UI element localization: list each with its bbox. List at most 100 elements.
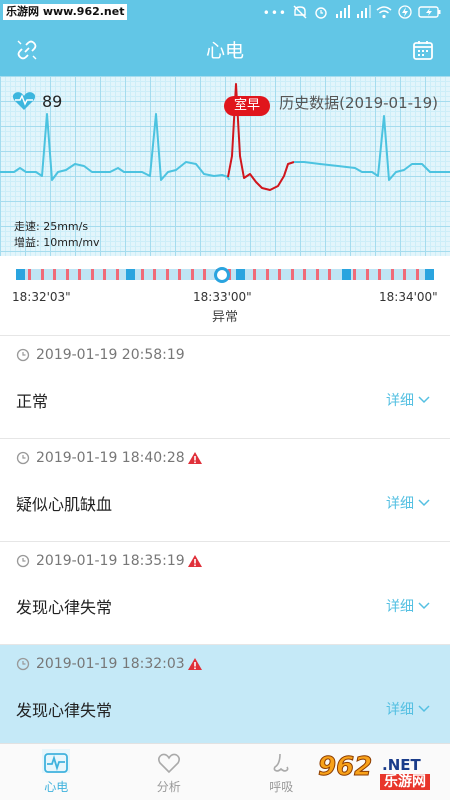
calendar-icon[interactable] — [412, 39, 434, 61]
abnormal-marker — [115, 269, 119, 280]
ecg-icon — [44, 753, 68, 773]
warning-icon — [188, 555, 202, 567]
site-logo: 962 .NET 乐游网 — [317, 750, 444, 794]
heart-pulse-icon — [12, 92, 36, 110]
heart-rate: 89 — [12, 91, 62, 111]
charging-icon — [397, 4, 413, 23]
warning-icon — [188, 658, 202, 670]
hd-signal-icon — [334, 4, 350, 23]
abnormal-marker — [153, 269, 156, 280]
abnormal-marker — [353, 269, 356, 280]
paper-speed: 走速: 25mm/s — [14, 220, 89, 233]
abnormal-marker — [378, 269, 381, 280]
abnormal-marker — [53, 269, 56, 280]
abnormal-marker — [278, 269, 281, 280]
abnormal-marker — [190, 269, 194, 280]
tab-analysis[interactable]: 分析 — [113, 744, 226, 800]
abnormal-marker — [315, 269, 319, 280]
record-label: 发现心律失常 — [16, 701, 113, 720]
abnormal-marker — [28, 269, 31, 280]
status-icons: ••• — [262, 4, 442, 23]
detail-label: 详细 — [386, 496, 414, 512]
wifi-icon — [376, 4, 392, 23]
tab-ecg[interactable]: 心电 — [0, 744, 113, 800]
status-bar: 乐游网 www.962.net ••• — [0, 0, 450, 26]
list-item[interactable]: 2019-01-19 18:32:03 发现心律失常 详细 — [0, 644, 450, 747]
ecg-chart[interactable]: 89 室早 历史数据(2019-01-19) 走速: 25mm/s 增益: 10… — [0, 76, 450, 256]
logo-cn: 乐游网 — [380, 774, 430, 790]
list-item[interactable]: 2019-01-19 20:58:19 正常 详细 — [0, 335, 450, 438]
timeline-segment — [126, 269, 135, 280]
abnormal-marker — [265, 269, 269, 280]
abnormal-marker — [165, 269, 169, 280]
detail-label: 详细 — [386, 393, 414, 409]
alarm-icon — [313, 4, 329, 23]
timeline-mid: 18:33'00" — [193, 290, 252, 304]
record-label: 正常 — [16, 392, 49, 411]
chevron-down-icon — [418, 499, 430, 507]
abnormal-marker — [140, 269, 144, 280]
logo-net: .NET — [382, 756, 421, 774]
abnormal-marker — [103, 269, 106, 280]
warning-icon — [188, 452, 202, 464]
tab-label: 分析 — [156, 780, 181, 794]
chevron-down-icon — [418, 602, 430, 610]
detail-label: 详细 — [386, 599, 414, 615]
list-item[interactable]: 2019-01-19 18:40:28 疑似心肌缺血 详细 — [0, 438, 450, 541]
clock-icon — [16, 348, 30, 362]
timeline-segment — [236, 269, 245, 280]
detail-button[interactable]: 详细 — [386, 493, 430, 513]
pvc-badge: 室早 — [224, 96, 271, 116]
nose-icon — [273, 753, 289, 772]
timeline-start: 18:32'03" — [12, 290, 71, 304]
abnormal-marker — [303, 269, 306, 280]
chevron-down-icon — [418, 396, 430, 404]
clock-icon — [16, 554, 30, 568]
abnormal-marker — [403, 269, 406, 280]
detail-button[interactable]: 详细 — [386, 390, 430, 410]
chevron-down-icon — [418, 705, 430, 713]
list-item[interactable]: 2019-01-19 18:35:19 发现心律失常 详细 — [0, 541, 450, 644]
timeline-slider-handle[interactable] — [214, 267, 230, 283]
detail-label: 详细 — [386, 702, 414, 718]
history-label: 历史数据(2019-01-19) — [279, 94, 438, 112]
battery-icon — [418, 4, 442, 23]
abnormal-marker — [78, 269, 81, 280]
abnormal-marker — [203, 269, 206, 280]
record-time: 2019-01-19 18:32:03 — [36, 656, 185, 672]
abnormal-marker — [178, 269, 181, 280]
logo-main: 962 — [317, 752, 373, 783]
mute-icon — [292, 4, 308, 23]
abnormal-marker — [290, 269, 294, 280]
heart-outline-icon — [157, 753, 180, 774]
record-list: 2019-01-19 20:58:19 正常 详细 2019-01-19 18:… — [0, 335, 450, 747]
abnormal-marker — [328, 269, 331, 280]
page-title: 心电 — [205, 40, 244, 62]
abnormal-marker — [40, 269, 44, 280]
timeline-segment — [425, 269, 434, 280]
detail-button[interactable]: 详细 — [386, 699, 430, 719]
timeline-segment — [16, 269, 25, 280]
abnormal-marker — [65, 269, 69, 280]
heart-rate-value: 89 — [42, 91, 63, 111]
app-header: 心电 — [0, 26, 450, 76]
dots-icon: ••• — [262, 6, 287, 20]
signal-icon — [355, 4, 371, 23]
abnormal-marker — [253, 269, 256, 280]
record-time: 2019-01-19 18:35:19 — [36, 553, 185, 569]
ecg-settings: 走速: 25mm/s 增益: 10mm/mv — [14, 219, 100, 251]
timeline-end: 18:34'00" — [379, 290, 438, 304]
clock-icon — [16, 451, 30, 465]
record-time: 2019-01-19 20:58:19 — [36, 347, 185, 363]
site-watermark: 乐游网 www.962.net — [3, 4, 128, 20]
record-time: 2019-01-19 18:40:28 — [36, 450, 185, 466]
abnormal-marker — [365, 269, 369, 280]
abnormal-marker — [90, 269, 94, 280]
tab-label: 心电 — [44, 780, 69, 794]
record-label: 疑似心肌缺血 — [16, 495, 113, 514]
abnormal-marker — [390, 269, 394, 280]
detail-button[interactable]: 详细 — [386, 596, 430, 616]
clock-icon — [16, 657, 30, 671]
gain: 增益: 10mm/mv — [14, 236, 100, 249]
record-label: 发现心律失常 — [16, 598, 113, 617]
